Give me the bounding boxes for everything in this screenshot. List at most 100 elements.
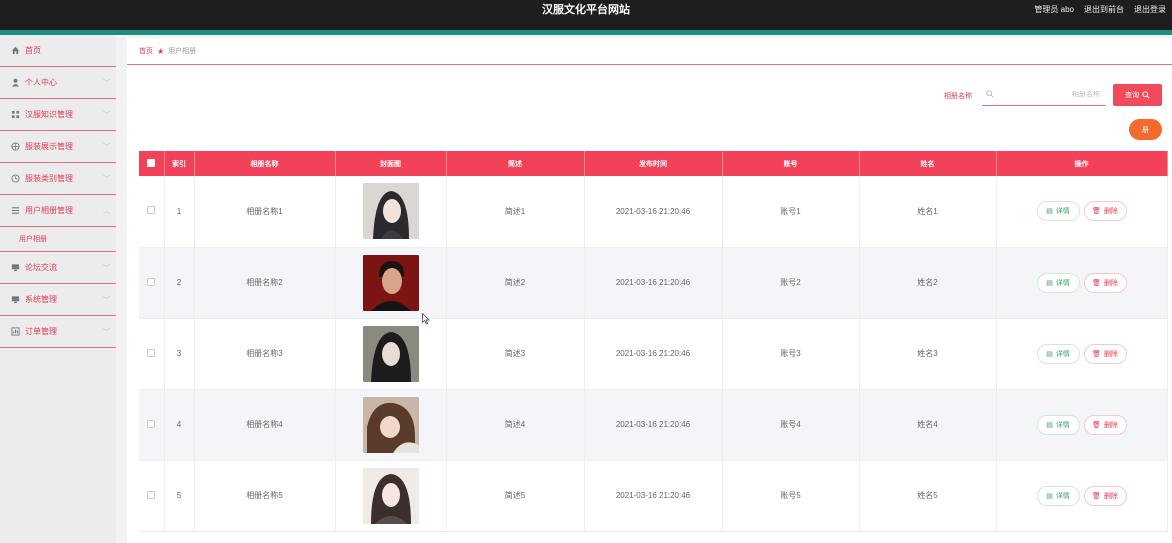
file-icon: ▤ <box>1046 208 1053 216</box>
sidebar-item-forum[interactable]: 论坛交流 ﹀ <box>0 252 116 284</box>
search-button-label: 查询 <box>1125 92 1139 99</box>
cover-image[interactable] <box>362 467 419 524</box>
select-all-cell[interactable] <box>139 151 165 176</box>
detail-button[interactable]: ▤ 详情 <box>1036 414 1080 435</box>
home-icon <box>10 46 20 56</box>
time-cell: 2021-03-16 21:20:46 <box>584 247 723 319</box>
row-checkbox[interactable] <box>147 490 156 499</box>
row-checkbox[interactable] <box>147 206 156 215</box>
chart-icon <box>10 327 20 337</box>
table-row: 3 相册名称3 简述3 2021-03-16 21:20:46 账号3 姓名3 … <box>139 318 1168 390</box>
name-cell: 相册名称5 <box>194 460 336 532</box>
ops-cell: ▤ 详情 🗑 删除 <box>996 176 1168 248</box>
cover-cell <box>335 318 447 390</box>
cover-image[interactable] <box>362 396 419 453</box>
detail-button[interactable]: ▤ 详情 <box>1036 343 1080 364</box>
chevron-down-icon: ﹀ <box>103 144 110 151</box>
chevron-down-icon: ﹀ <box>103 80 110 87</box>
delete-button[interactable]: 🗑 删除 <box>1083 414 1127 435</box>
sidebar-item-profile[interactable]: 个人中心 ﹀ <box>0 67 116 99</box>
account-cell: 账号2 <box>722 247 860 319</box>
chevron-down-icon: ﹀ <box>103 112 110 119</box>
row-checkbox[interactable] <box>147 348 156 357</box>
cover-cell <box>335 460 447 532</box>
detail-button[interactable]: ▤ 详情 <box>1036 201 1080 222</box>
search-field <box>982 84 1106 106</box>
breadcrumb: 首页 ★ 用户相册 <box>139 46 196 56</box>
select-all-checkbox[interactable] <box>147 158 156 167</box>
batch-delete-button[interactable]: 册 <box>1129 119 1162 140</box>
content-panel: 首页 ★ 用户相册 相册名称 查询 册 索引 <box>127 38 1172 543</box>
sidebar-item-clothing-display[interactable]: 服装展示管理 ﹀ <box>0 131 116 163</box>
table-row: 4 相册名称4 简述4 2021-03-16 21:20:46 账号4 姓名4 … <box>139 389 1168 461</box>
chevron-down-icon: ﹀ <box>103 265 110 272</box>
detail-button[interactable]: ▤ 详情 <box>1036 272 1080 293</box>
delete-button[interactable]: 🗑 删除 <box>1083 272 1127 293</box>
sidebar-item-orders[interactable]: 订单管理 ﹀ <box>0 316 116 348</box>
detail-button-label: 详情 <box>1055 421 1070 429</box>
index-cell: 2 <box>164 247 195 319</box>
index-cell: 1 <box>164 176 195 248</box>
cover-cell <box>335 176 447 248</box>
delete-button[interactable]: 🗑 删除 <box>1083 343 1127 364</box>
column-header: 发布时间 <box>584 151 723 176</box>
trash-icon: 🗑 <box>1092 421 1101 429</box>
sidebar-item-knowledge[interactable]: 汉服知识管理 ﹀ <box>0 99 116 131</box>
detail-button-label: 详情 <box>1055 208 1070 216</box>
delete-button-label: 删除 <box>1103 492 1118 500</box>
logout-link[interactable]: 退出登录 <box>1134 2 1166 18</box>
desc-cell: 简述1 <box>446 176 585 248</box>
sidebar-item-label: 服装类别管理 <box>25 174 73 183</box>
table-row: 5 相册名称5 简述5 2021-03-16 21:20:46 账号5 姓名5 … <box>139 460 1168 532</box>
search-input[interactable] <box>996 91 1106 98</box>
ops-cell: ▤ 详情 🗑 删除 <box>996 318 1168 390</box>
cover-image[interactable] <box>362 254 419 311</box>
account-cell: 账号5 <box>722 460 860 532</box>
clock-icon <box>10 174 20 184</box>
row-checkbox[interactable] <box>147 277 156 286</box>
column-header: 账号 <box>722 151 860 176</box>
monitor-icon <box>10 295 20 305</box>
column-header: 简述 <box>446 151 585 176</box>
detail-button-label: 详情 <box>1055 279 1070 287</box>
breadcrumb-home[interactable]: 首页 <box>139 46 153 56</box>
top-bar: 汉服文化平台网站 管理员 abo 退出到前台 退出登录 <box>0 0 1172 30</box>
cover-image[interactable] <box>362 325 419 382</box>
sidebar-item-label: 论坛交流 <box>25 263 57 272</box>
delete-button[interactable]: 🗑 删除 <box>1083 201 1127 222</box>
row-checkbox[interactable] <box>147 419 156 428</box>
sidebar-item-system[interactable]: 系统管理 ﹀ <box>0 284 116 316</box>
sidebar-item-album-management[interactable]: 用户相册管理 ︿ <box>0 195 116 227</box>
detail-button-label: 详情 <box>1055 492 1070 500</box>
search-button[interactable]: 查询 <box>1113 84 1162 106</box>
trash-icon: 🗑 <box>1092 208 1101 216</box>
sidebar-item-home[interactable]: 首页 <box>0 35 116 67</box>
row-select-cell <box>139 247 165 319</box>
time-cell: 2021-03-16 21:20:46 <box>584 460 723 532</box>
site-title: 汉服文化平台网站 <box>542 4 630 16</box>
mouse-cursor-icon <box>422 313 430 325</box>
file-icon: ▤ <box>1046 421 1053 429</box>
person-cell: 姓名3 <box>859 318 997 390</box>
sidebar-item-clothing-category[interactable]: 服装类别管理 ﹀ <box>0 163 116 195</box>
cover-image[interactable] <box>362 183 419 240</box>
front-link[interactable]: 退出到前台 <box>1084 2 1124 18</box>
delete-button-label: 删除 <box>1103 279 1118 287</box>
account-cell: 账号4 <box>722 389 860 461</box>
detail-button[interactable]: ▤ 详情 <box>1036 485 1080 506</box>
column-header: 操作 <box>996 151 1168 176</box>
name-cell: 相册名称3 <box>194 318 336 390</box>
table-header-row: 索引 相册名称 封面图 简述 发布时间 账号 姓名 操作 <box>139 151 1168 176</box>
row-select-cell <box>139 389 165 461</box>
sidebar-item-label: 用户相册管理 <box>25 206 73 215</box>
sidebar-subitem-album[interactable]: 用户相册 <box>0 227 116 252</box>
time-cell: 2021-03-16 21:20:46 <box>584 389 723 461</box>
delete-button[interactable]: 🗑 删除 <box>1083 485 1127 506</box>
sidebar-item-label: 个人中心 <box>25 78 57 87</box>
file-icon: ▤ <box>1046 279 1053 287</box>
cover-cell <box>335 247 447 319</box>
sidebar-item-label: 系统管理 <box>25 295 57 304</box>
account-cell: 账号1 <box>722 176 860 248</box>
star-icon: ★ <box>157 46 165 56</box>
account-cell: 账号3 <box>722 318 860 390</box>
